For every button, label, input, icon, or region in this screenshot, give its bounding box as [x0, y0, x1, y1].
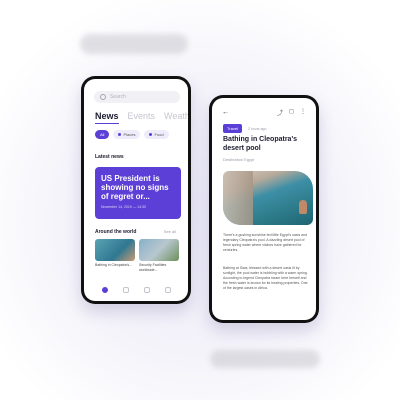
news-card[interactable]: Bathing in Cleopatra's...: [95, 239, 135, 272]
profile-icon[interactable]: [164, 287, 171, 293]
article-title: Bathing in Cleopatra's desert pool: [223, 136, 298, 152]
news-card[interactable]: Security Facilities worldwide...: [139, 239, 179, 272]
bottom-tab-bar: [84, 287, 188, 293]
bookmark-icon[interactable]: [143, 287, 150, 293]
hero-title: US President is showing no signs of regr…: [101, 174, 169, 201]
card-image: [95, 239, 135, 261]
article-actions: ⤴ ◻ ⋮: [277, 108, 306, 117]
food-icon: [149, 133, 153, 136]
chip-food-label: Food: [154, 132, 164, 137]
see-all-link[interactable]: See all: [164, 229, 176, 234]
category-tag: Travel: [223, 124, 242, 133]
card-caption: Bathing in Cleopatra's...: [95, 263, 133, 267]
article-paragraph: There's a gushing sunshine fed little Eg…: [223, 233, 308, 252]
phone-screen: ← ⤴ ◻ ⋮ Travel 2 hours ago Bathing in Cl…: [212, 98, 316, 320]
latest-news-heading: Latest news: [95, 154, 124, 160]
image-person: [299, 200, 307, 214]
background-shadow-bottom: [210, 350, 320, 368]
phone-news-feed: Search News Events Weather All Places Fo…: [81, 76, 191, 304]
background-shadow-top: [80, 34, 188, 54]
card-caption: Security Facilities worldwide...: [139, 263, 167, 272]
chip-all[interactable]: All: [95, 130, 110, 139]
card-image: [139, 239, 179, 261]
share-icon[interactable]: ⤴: [277, 108, 283, 117]
home-icon[interactable]: [101, 287, 108, 293]
mockup-canvas: Search News Events Weather All Places Fo…: [0, 0, 400, 400]
search-placeholder: Search: [110, 94, 126, 100]
article-top-bar: ← ⤴ ◻ ⋮: [222, 108, 306, 117]
phone-article-detail: ← ⤴ ◻ ⋮ Travel 2 hours ago Bathing in Cl…: [209, 95, 319, 323]
category-tabs: News Events Weather: [95, 111, 188, 124]
around-world-list: Bathing in Cleopatra's... Security Facil…: [95, 239, 179, 272]
hero-date: November 14, 2019 — 14:30: [101, 205, 146, 209]
more-icon[interactable]: ⋮: [300, 108, 306, 117]
search-input[interactable]: Search: [94, 91, 180, 103]
explore-icon[interactable]: [122, 287, 129, 293]
hero-news-card[interactable]: US President is showing no signs of regr…: [95, 167, 181, 219]
search-icon: [100, 94, 106, 100]
phone-screen: Search News Events Weather All Places Fo…: [84, 79, 188, 301]
places-icon: [118, 133, 122, 136]
tab-events[interactable]: Events: [128, 111, 156, 124]
around-world-heading: Around the world: [95, 229, 137, 235]
tab-news[interactable]: News: [95, 111, 119, 124]
bookmark-icon[interactable]: ◻: [289, 108, 294, 117]
article-image: [223, 171, 313, 225]
chip-places[interactable]: Places: [113, 130, 141, 139]
article-time: 2 hours ago: [247, 126, 267, 131]
tab-weather[interactable]: Weather: [164, 111, 188, 124]
image-rock: [223, 171, 253, 225]
article-paragraph: Bathing at Siwa, blessed with a desert o…: [223, 266, 308, 290]
chip-food[interactable]: Food: [144, 130, 169, 139]
article-meta: Travel 2 hours ago: [223, 124, 266, 133]
filter-chips: All Places Food: [95, 130, 169, 139]
chip-places-label: Places: [123, 132, 136, 137]
back-arrow-icon[interactable]: ←: [222, 109, 229, 116]
article-subtitle: Destination Egypt: [223, 157, 255, 162]
